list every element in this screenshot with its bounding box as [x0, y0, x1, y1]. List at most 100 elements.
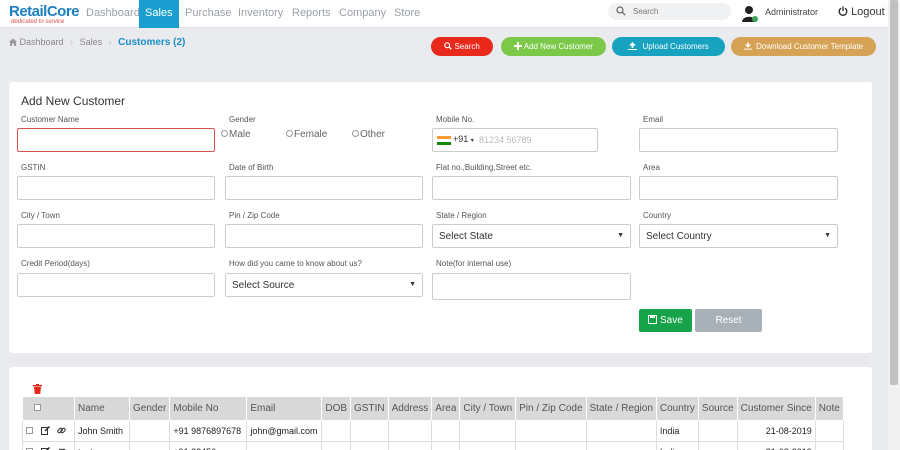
- column-header[interactable]: Source: [697, 396, 738, 421]
- table-row[interactable]: test +91 22456 India 21-08-2019: [22, 441, 844, 450]
- select-all-checkbox[interactable]: [34, 404, 41, 411]
- gender-label: Gender: [229, 115, 256, 124]
- column-header[interactable]: Country: [655, 396, 699, 421]
- user-menu[interactable]: Administrator: [742, 5, 818, 23]
- customers-table: Name Gender Mobile No Email DOB GSTIN Ad…: [22, 396, 844, 450]
- brand-logo[interactable]: RetailCore dedicated to service: [9, 4, 80, 25]
- column-header[interactable]: Email: [246, 396, 323, 421]
- dob-input[interactable]: [225, 176, 423, 200]
- row-checkbox[interactable]: [26, 427, 33, 434]
- column-header[interactable]: Gender: [128, 396, 171, 421]
- search-icon: [616, 6, 626, 16]
- column-header[interactable]: State / Region: [585, 396, 657, 421]
- india-flag-icon[interactable]: [437, 136, 451, 145]
- source-cell: [697, 420, 738, 442]
- gender-female-radio[interactable]: Female: [286, 129, 327, 140]
- column-header[interactable]: Pin / Zip Code: [515, 396, 587, 421]
- gstin-cell: [350, 420, 389, 442]
- search-button[interactable]: Search: [431, 37, 493, 56]
- global-search-input[interactable]: [633, 5, 723, 18]
- trash-icon[interactable]: [33, 384, 42, 394]
- city-input[interactable]: [17, 224, 215, 248]
- gstin-input[interactable]: [17, 176, 215, 200]
- home-icon: [9, 38, 17, 46]
- source-label: How did you came to know about us?: [229, 259, 362, 268]
- table-row[interactable]: John Smith +91 9876897678 john@gmail.com…: [22, 420, 844, 442]
- link-icon[interactable]: [57, 426, 66, 435]
- breadcrumb-separator: ›: [70, 37, 74, 47]
- column-header[interactable]: Note: [814, 396, 844, 421]
- power-icon: [838, 6, 848, 16]
- gender-cell: [128, 441, 171, 450]
- nav-dashboard[interactable]: Dashboard: [86, 0, 140, 28]
- country-select-value: Select Country: [646, 231, 712, 242]
- user-name: Administrator: [765, 7, 819, 17]
- source-select[interactable]: Select Source ▼: [225, 273, 423, 297]
- add-customer-button[interactable]: Add New Customer: [501, 37, 606, 56]
- upload-customers-label: Upload Customers: [642, 42, 709, 51]
- dial-code-select[interactable]: +91 ▾: [453, 134, 474, 144]
- country-cell: India: [655, 441, 699, 450]
- nav-inventory[interactable]: Inventory: [238, 0, 283, 28]
- top-navbar: RetailCore dedicated to service Dashboar…: [0, 0, 888, 28]
- row-actions-cell: [22, 441, 75, 450]
- logout-button[interactable]: Logout: [838, 6, 885, 18]
- upload-icon: [628, 42, 638, 50]
- column-header[interactable]: Address: [387, 396, 433, 421]
- note-label: Note(for internal use): [436, 259, 512, 268]
- column-header[interactable]: City / Town: [459, 396, 517, 421]
- state-select[interactable]: Select State ▼: [432, 224, 631, 248]
- mobile-cell: +91 22456: [169, 441, 248, 450]
- download-template-button[interactable]: Download Customer Template: [731, 37, 876, 56]
- pin-cell: [515, 420, 587, 442]
- column-header[interactable]: Area: [431, 396, 461, 421]
- nav-reports[interactable]: Reports: [292, 0, 331, 28]
- address-input[interactable]: [432, 176, 631, 200]
- global-search[interactable]: [608, 3, 731, 20]
- area-label: Area: [643, 163, 660, 172]
- customer-name-input[interactable]: [17, 128, 215, 152]
- column-header[interactable]: Customer Since: [736, 396, 816, 421]
- reset-button[interactable]: Reset: [695, 309, 762, 332]
- nav-store[interactable]: Store: [394, 0, 420, 28]
- upload-customers-button[interactable]: Upload Customers: [612, 37, 725, 56]
- edit-icon[interactable]: [40, 425, 50, 435]
- area-cell: [431, 420, 461, 442]
- email-input[interactable]: [639, 128, 838, 152]
- gender-other-radio[interactable]: Other: [352, 129, 385, 140]
- pin-input[interactable]: [225, 224, 423, 248]
- state-label: State / Region: [436, 211, 487, 220]
- chevron-down-icon: ▾: [470, 138, 474, 144]
- nav-sales[interactable]: Sales: [139, 0, 179, 28]
- pin-label: Pin / Zip Code: [229, 211, 280, 220]
- name-cell: test: [74, 441, 130, 450]
- column-header[interactable]: Mobile No: [169, 396, 248, 421]
- note-cell: [814, 420, 844, 442]
- chevron-down-icon: ▼: [409, 281, 416, 288]
- breadcrumb-current: Customers (2): [118, 37, 186, 48]
- save-button[interactable]: Save: [639, 309, 692, 332]
- chevron-down-icon: ▼: [617, 232, 624, 239]
- gender-male-radio[interactable]: Male: [221, 129, 251, 140]
- area-input[interactable]: [639, 176, 838, 200]
- column-header[interactable]: DOB: [321, 396, 352, 421]
- breadcrumb-home[interactable]: Dashboard: [20, 37, 64, 47]
- download-template-label: Download Customer Template: [756, 42, 864, 51]
- credit-period-input[interactable]: [17, 273, 215, 297]
- logout-label: Logout: [851, 6, 885, 18]
- source-select-value: Select Source: [232, 280, 295, 291]
- nav-company[interactable]: Company: [339, 0, 386, 28]
- add-customer-label: Add New Customer: [523, 42, 594, 51]
- state-cell: [585, 420, 657, 442]
- radio-circle-icon: [352, 130, 359, 137]
- column-header[interactable]: Name: [74, 396, 130, 421]
- nav-purchase[interactable]: Purchase: [185, 0, 231, 28]
- user-icon: [742, 6, 758, 22]
- column-header[interactable]: GSTIN: [350, 396, 389, 421]
- country-select[interactable]: Select Country ▼: [639, 224, 838, 248]
- mobile-field[interactable]: +91 ▾ 81234 56789: [432, 128, 598, 152]
- page-scrollbar-thumb[interactable]: [890, 0, 898, 385]
- address-cell: [387, 441, 433, 450]
- breadcrumb-section[interactable]: Sales: [80, 37, 103, 47]
- note-textarea[interactable]: [432, 273, 631, 300]
